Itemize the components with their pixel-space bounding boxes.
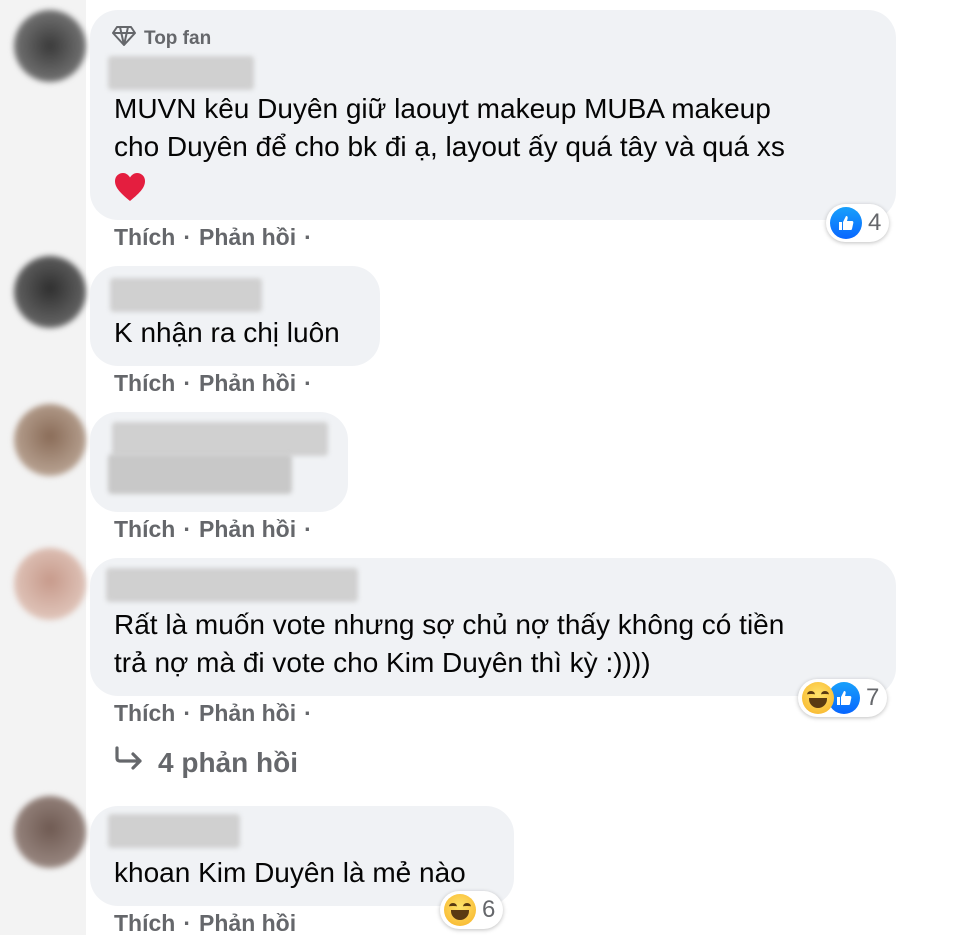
comment-bubble: K nhận ra chị luôn (90, 266, 380, 366)
like-button[interactable]: Thích (114, 370, 175, 397)
avatar[interactable] (14, 404, 86, 476)
commenter-name[interactable] (106, 568, 358, 602)
reply-button[interactable]: Phản hồi (199, 224, 296, 251)
comment-actions: Thích · Phản hồi · (114, 516, 312, 543)
avatar[interactable] (14, 10, 86, 82)
reply-button[interactable]: Phản hồi (199, 516, 296, 543)
avatar[interactable] (14, 548, 86, 620)
reaction-summary[interactable]: 6 (440, 891, 504, 929)
comment-text: K nhận ra chị luôn (114, 317, 340, 348)
badge-label: Top fan (144, 28, 212, 49)
separator-dot: · (183, 516, 192, 542)
reply-arrow-icon (114, 746, 144, 779)
comment-text: Rất là muốn vote nhưng sợ chủ nợ thấy kh… (114, 609, 785, 678)
like-button[interactable]: Thích (114, 224, 175, 251)
separator-dot: · (304, 700, 312, 726)
reaction-summary[interactable]: 7 (798, 679, 888, 717)
reaction-count: 6 (482, 896, 496, 923)
reply-button[interactable]: Phản hồi (199, 370, 296, 397)
like-reaction-icon (830, 207, 862, 239)
avatar[interactable] (14, 256, 86, 328)
comment-bubble: Rất là muốn vote nhưng sợ chủ nợ thấy kh… (90, 558, 896, 696)
haha-reaction-icon (444, 894, 476, 926)
separator-dot: · (183, 224, 192, 250)
top-fan-badge: Top fan (112, 26, 211, 52)
commenter-name[interactable] (112, 422, 328, 456)
comment-text: khoan Kim Duyên là mẻ nào (114, 857, 466, 888)
separator-dot: · (304, 516, 312, 542)
separator-dot: · (183, 370, 192, 396)
view-replies-link[interactable]: 4 phản hồi (114, 746, 298, 779)
diamond-icon (112, 26, 136, 52)
heart-icon (114, 172, 785, 212)
comment-actions: Thích · Phản hồi · (114, 370, 312, 397)
reply-button[interactable]: Phản hồi (199, 910, 296, 937)
comment-text: MUVN kêu Duyên giữ laouyt makeup MUBA ma… (114, 90, 785, 212)
view-replies-label: 4 phản hồi (158, 746, 298, 778)
reaction-count: 7 (866, 684, 880, 711)
separator-dot: · (183, 700, 192, 726)
commenter-name[interactable] (108, 814, 240, 848)
haha-reaction-icon (802, 682, 834, 714)
reaction-summary[interactable]: 4 (826, 204, 890, 242)
commenter-name[interactable] (108, 56, 254, 90)
blurred-comment-text (108, 454, 292, 494)
avatar[interactable] (14, 796, 86, 868)
comment-bubble: Top fan MUVN kêu Duyên giữ laouyt makeup… (90, 10, 896, 220)
separator-dot: · (304, 224, 312, 250)
like-button[interactable]: Thích (114, 910, 175, 937)
comment-bubble (90, 412, 348, 512)
reply-button[interactable]: Phản hồi (199, 700, 296, 727)
comment-actions: Thích · Phản hồi · (114, 224, 312, 251)
comment-actions: Thích · Phản hồi · (114, 700, 312, 727)
reaction-count: 4 (868, 209, 882, 236)
commenter-name[interactable] (110, 278, 262, 312)
like-button[interactable]: Thích (114, 700, 175, 727)
comment-bubble: khoan Kim Duyên là mẻ nào (90, 806, 514, 906)
separator-dot: · (183, 910, 192, 936)
like-button[interactable]: Thích (114, 516, 175, 543)
comment-actions: Thích · Phản hồi (114, 910, 296, 937)
separator-dot: · (304, 370, 312, 396)
